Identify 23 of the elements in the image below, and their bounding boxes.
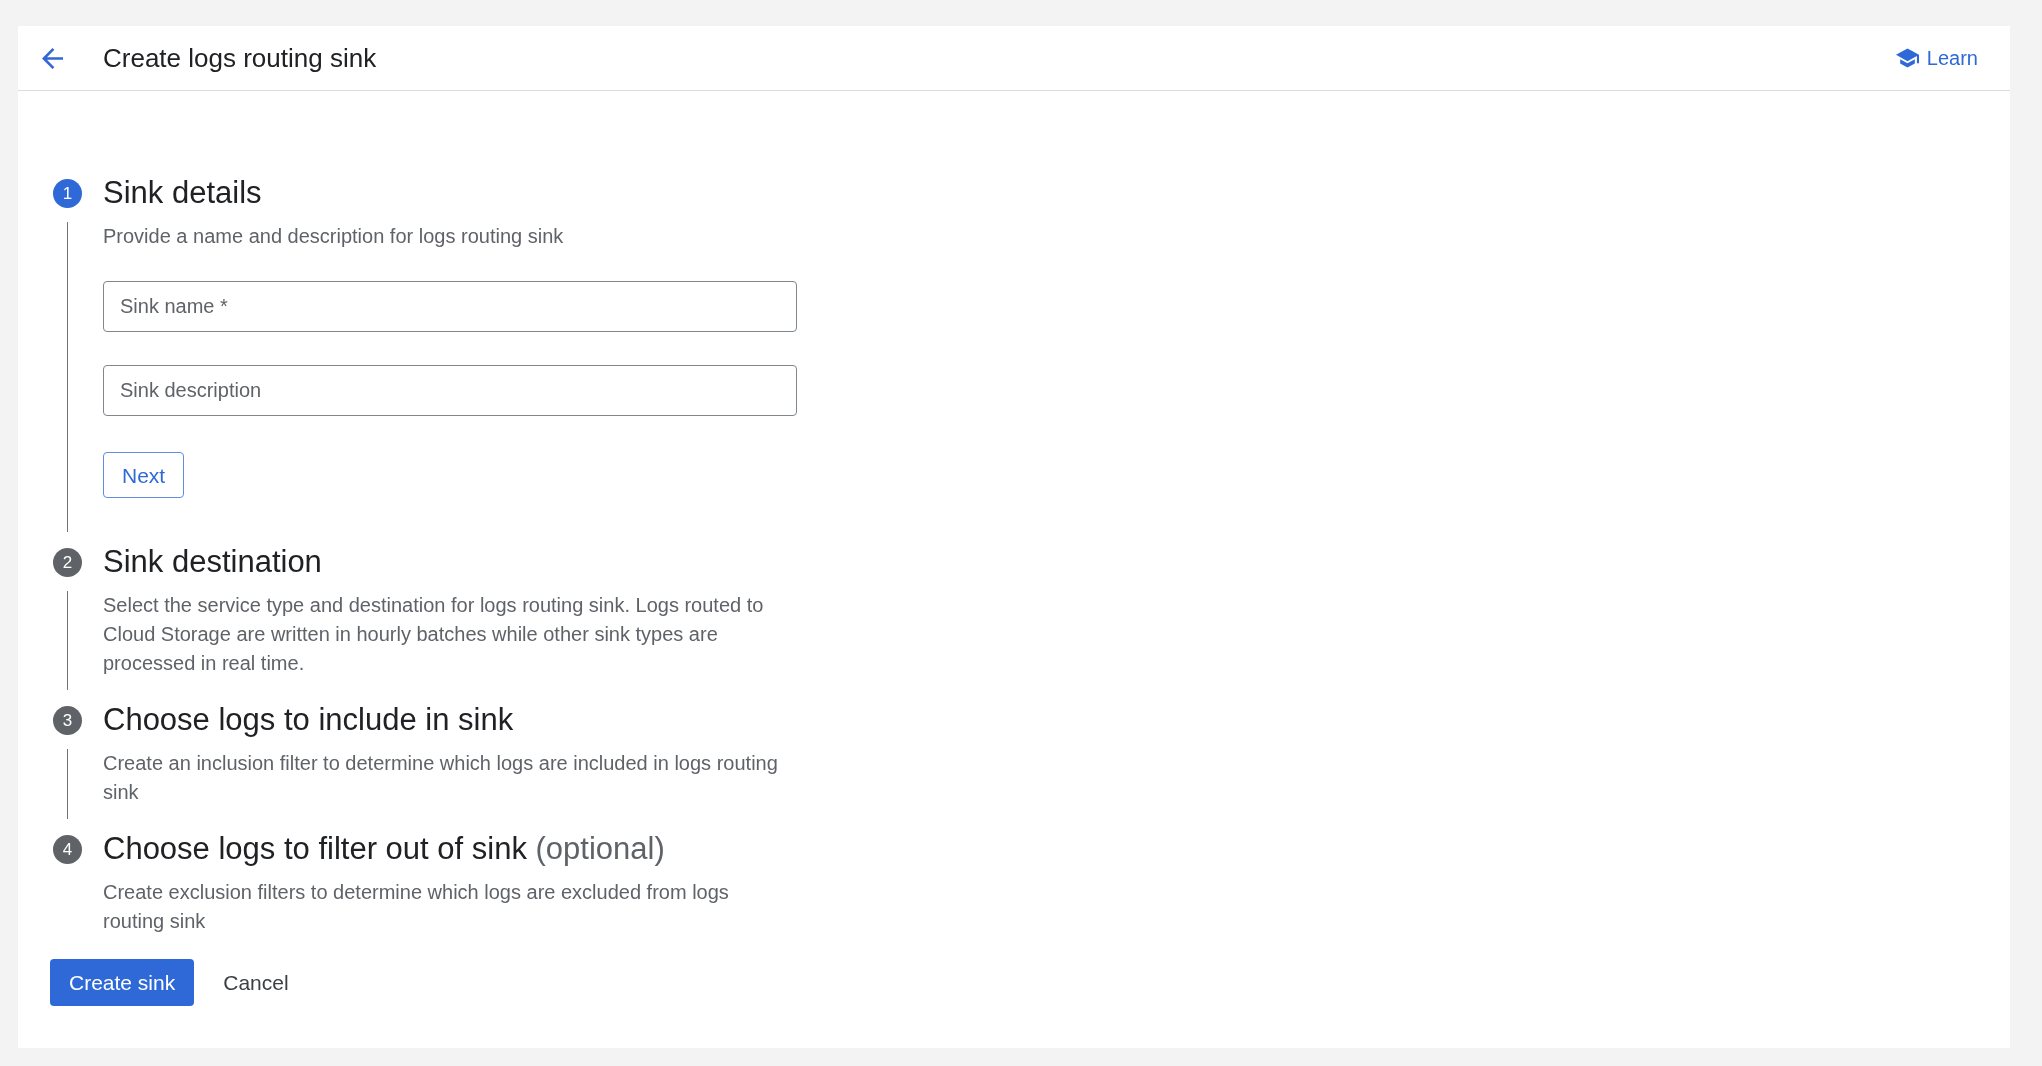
step-description: Provide a name and description for logs routing sink (103, 224, 565, 249)
step-number: 1 (53, 178, 82, 208)
graduation-cap-icon (1895, 48, 1919, 68)
learn-link[interactable]: Learn (1895, 43, 1978, 73)
step-description: Create exclusion filters to determine which logs are excluded from logs routing sink (103, 880, 730, 934)
step-title: Sink details (103, 175, 262, 210)
step-title: Sink destination (103, 544, 322, 579)
page-title: Create logs routing sink (103, 41, 377, 75)
step-number: 2 (53, 547, 82, 577)
cancel-button[interactable]: Cancel (211, 959, 301, 1006)
next-button[interactable]: Next (103, 452, 185, 498)
step-number: 4 (53, 834, 82, 864)
optional-note: (optional) (535, 831, 665, 866)
step-title: Choose logs to filter out of sink (103, 831, 527, 866)
text-input-field[interactable]: Sink name * (103, 281, 797, 332)
step-title: Choose logs to include in sink (103, 702, 514, 737)
step-number: 3 (53, 705, 82, 735)
back-button[interactable] (42, 47, 63, 69)
create-sink-button[interactable]: Create sink (50, 959, 195, 1006)
step-description: Create an inclusion filter to determine which logs are included in logs routing sink (103, 751, 779, 805)
step-description: Select the service type and destination for logs routing sink. Logs routed to Cloud Storage are written in hourly batches while other sink types are processed in real time. (103, 593, 765, 676)
text-input-field[interactable]: Sink description (103, 365, 797, 416)
back-arrow-icon (42, 47, 63, 69)
